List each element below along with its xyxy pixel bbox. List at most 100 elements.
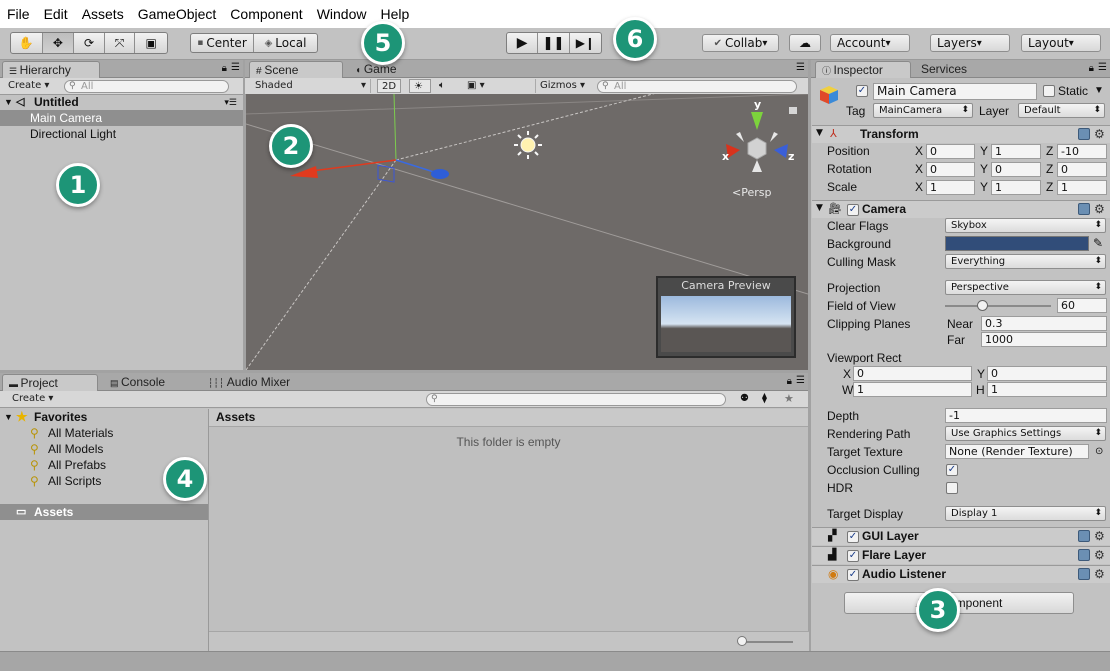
object-name-field[interactable]: Main Camera — [873, 83, 1037, 100]
menu-window[interactable]: Window — [317, 6, 367, 22]
panel-menu-icon[interactable]: ☰ — [231, 62, 240, 73]
scale-tool-button[interactable]: ⤧ — [105, 33, 136, 53]
help-book-icon[interactable] — [1078, 568, 1090, 580]
move-tool-button[interactable]: ✥ — [42, 33, 75, 53]
culling-mask-dropdown[interactable]: Everything — [945, 254, 1106, 269]
near-field[interactable]: 0.3 — [981, 316, 1107, 331]
layout-dropdown[interactable]: Layout — [1021, 34, 1101, 52]
flare-layer-checkbox[interactable]: ✓ — [847, 550, 859, 562]
scale-x-field[interactable]: 1 — [926, 180, 975, 195]
scale-y-field[interactable]: 1 — [991, 180, 1041, 195]
clear-flags-dropdown[interactable]: Skybox — [945, 218, 1106, 233]
audio-listener-checkbox[interactable]: ✓ — [847, 569, 859, 581]
position-y-field[interactable]: 1 — [991, 144, 1041, 159]
gear-icon[interactable]: ⚙ — [1094, 529, 1105, 543]
scene-viewport[interactable]: y x z <Persp Camera Preview — [246, 94, 808, 370]
lock-icon[interactable]: 🔒︎ — [222, 63, 227, 74]
tab-audio-mixer[interactable]: ┆┆┆ Audio Mixer — [202, 374, 312, 391]
menu-assets[interactable]: Assets — [82, 6, 124, 22]
menu-edit[interactable]: Edit — [44, 6, 68, 22]
gui-layer-header[interactable]: ▞ ✓ GUI Layer ⚙ — [812, 527, 1110, 545]
expand-arrow-icon[interactable]: ▼ — [4, 409, 13, 425]
fov-field[interactable]: 60 — [1057, 298, 1107, 313]
projection-dropdown[interactable]: Perspective — [945, 280, 1106, 295]
filter-type-icon[interactable]: ⚉ — [740, 393, 749, 404]
menu-help[interactable]: Help — [380, 6, 409, 22]
step-button[interactable]: ▶❙ — [570, 33, 601, 53]
project-create-button[interactable]: Create — [8, 392, 57, 406]
orientation-gizmo[interactable] — [726, 112, 788, 172]
gizmos-dropdown[interactable]: Gizmos ▾ — [535, 79, 591, 93]
lock-icon[interactable]: 🔒︎ — [1089, 63, 1094, 74]
far-field[interactable]: 1000 — [981, 332, 1107, 347]
pivot-local-button[interactable]: ◈ Local — [254, 34, 317, 52]
position-x-field[interactable]: 0 — [926, 144, 975, 159]
panel-menu-icon[interactable]: ☰ — [1098, 62, 1107, 73]
help-book-icon[interactable] — [1078, 128, 1090, 140]
target-texture-field[interactable]: None (Render Texture) — [945, 444, 1089, 459]
tab-inspector[interactable]: ⓘ Inspector — [815, 61, 911, 78]
background-color-swatch[interactable] — [945, 236, 1089, 251]
fov-slider-track[interactable] — [945, 305, 1051, 307]
expand-arrow-icon[interactable]: ▼ — [4, 94, 13, 110]
tab-hierarchy[interactable]: ☰ Hierarchy — [2, 61, 100, 78]
gear-icon[interactable]: ⚙ — [1094, 127, 1105, 141]
menu-file[interactable]: File — [7, 6, 30, 22]
layers-dropdown[interactable]: Layers — [930, 34, 1010, 52]
help-book-icon[interactable] — [1078, 530, 1090, 542]
flare-layer-header[interactable]: ▟ ✓ Flare Layer ⚙ — [812, 546, 1110, 564]
object-picker-icon[interactable]: ⊙ — [1095, 444, 1103, 460]
assets-folder-row[interactable]: ▭ Assets — [0, 504, 208, 520]
pause-button[interactable]: ❚❚ — [538, 33, 570, 53]
collab-dropdown[interactable]: ✔ Collab — [702, 34, 779, 52]
rotate-tool-button[interactable]: ⟳ — [74, 33, 105, 53]
lighting-toggle[interactable]: ☀ — [409, 79, 431, 93]
position-z-field[interactable]: -10 — [1057, 144, 1107, 159]
rotation-x-field[interactable]: 0 — [926, 162, 975, 177]
expand-arrow-icon[interactable]: ▼ — [816, 203, 823, 213]
scale-z-field[interactable]: 1 — [1057, 180, 1107, 195]
hand-tool-button[interactable]: ✋ — [11, 33, 43, 53]
gear-icon[interactable]: ⚙ — [1094, 567, 1105, 581]
menu-gameobject[interactable]: GameObject — [138, 6, 217, 22]
scene-menu-icon[interactable]: ▾☰ — [224, 94, 237, 110]
active-checkbox[interactable]: ✓ — [856, 85, 868, 97]
filter-label-icon[interactable]: ⧫ — [762, 393, 767, 404]
cloud-button[interactable]: ☁ — [789, 34, 821, 52]
scene-search-input[interactable]: ⚲ All — [597, 80, 797, 93]
rotation-z-field[interactable]: 0 — [1057, 162, 1107, 177]
transform-header[interactable]: ▼ ⅄ Transform ⚙ — [812, 125, 1110, 143]
static-checkbox[interactable] — [1043, 85, 1055, 97]
hierarchy-create-button[interactable]: Create — [4, 79, 53, 93]
rect-tool-button[interactable]: ▣ — [135, 33, 167, 53]
effects-dropdown[interactable]: ▣ ▾ — [463, 79, 495, 93]
tab-project[interactable]: ▬ Project — [2, 374, 98, 391]
favorites-row[interactable]: ▼ ★ Favorites — [0, 409, 208, 425]
account-dropdown[interactable]: Account — [830, 34, 910, 52]
lock-icon[interactable]: 🔒︎ — [787, 376, 792, 387]
scene-root-row[interactable]: ▼ ◁ Untitled ▾☰ — [0, 94, 243, 110]
persp-toggle[interactable]: <Persp — [732, 186, 771, 199]
hdr-checkbox[interactable] — [946, 482, 958, 494]
tab-services[interactable]: Services — [915, 61, 985, 78]
audio-listener-header[interactable]: ◉ ✓ Audio Listener ⚙ — [812, 565, 1110, 583]
hierarchy-item-main-camera[interactable]: Main Camera — [0, 110, 243, 126]
gear-icon[interactable]: ⚙ — [1094, 202, 1105, 216]
audio-toggle[interactable]: 🔈︎ — [435, 79, 457, 93]
favorite-item-materials[interactable]: ⚲ All Materials — [0, 425, 208, 441]
help-book-icon[interactable] — [1078, 203, 1090, 215]
hierarchy-item-directional-light[interactable]: Directional Light — [0, 126, 243, 142]
shading-mode-dropdown[interactable]: Shaded ▾ — [251, 79, 371, 93]
play-button[interactable]: ▶ — [507, 33, 539, 53]
zoom-slider-track[interactable] — [739, 641, 793, 643]
favorite-star-icon[interactable]: ★ — [784, 392, 794, 405]
favorite-item-models[interactable]: ⚲ All Models — [0, 441, 208, 457]
eyedropper-icon[interactable]: ✎ — [1093, 235, 1103, 251]
viewport-y-field[interactable]: 0 — [987, 366, 1107, 381]
fov-slider-thumb[interactable] — [977, 300, 988, 311]
depth-field[interactable]: -1 — [945, 408, 1107, 423]
hierarchy-search-input[interactable]: ⚲ All — [64, 80, 229, 93]
pivot-center-button[interactable]: ▪ Center — [191, 34, 255, 52]
tag-dropdown[interactable]: MainCamera — [873, 103, 973, 118]
camera-enabled-checkbox[interactable]: ✓ — [847, 204, 859, 216]
